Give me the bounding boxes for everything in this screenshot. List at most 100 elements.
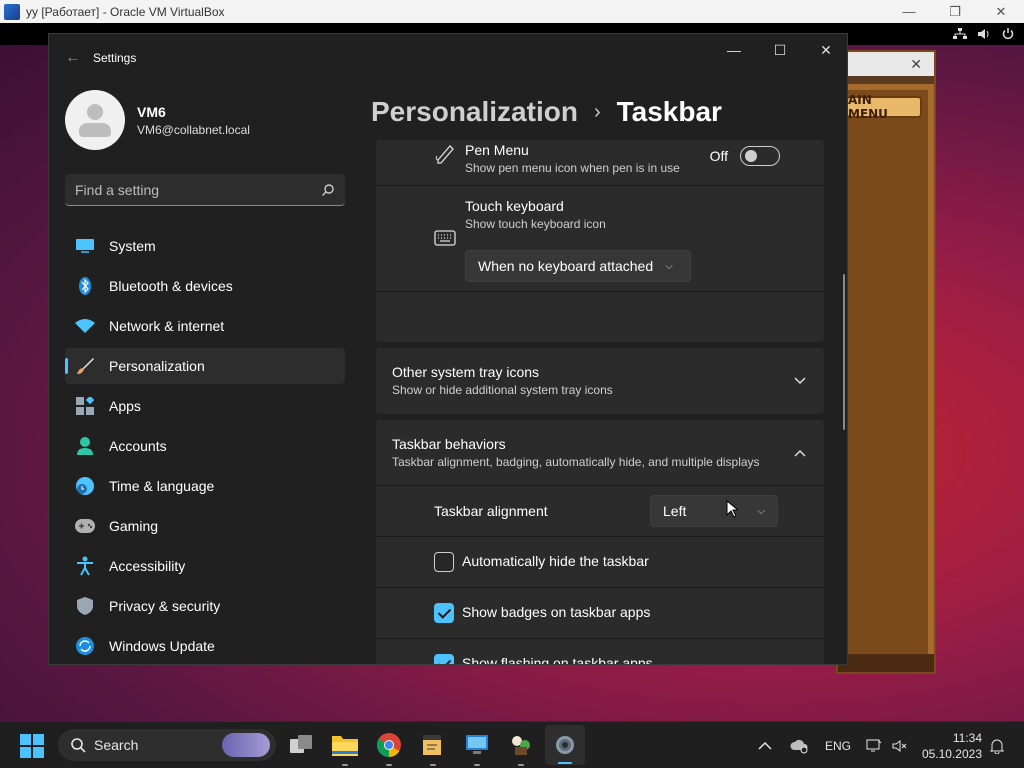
avatar[interactable]: [65, 90, 125, 150]
chevron-down-icon: ⌵: [665, 260, 673, 272]
taskbar-behaviors-subtitle: Taskbar alignment, badging, automaticall…: [392, 455, 760, 469]
flashing-row: Show flashing on taskbar apps: [376, 639, 824, 664]
file-explorer-icon[interactable]: [330, 730, 360, 766]
sidebar-item-accessibility[interactable]: Accessibility: [65, 548, 345, 584]
auto-hide-checkbox[interactable]: [434, 552, 454, 572]
badges-checkbox[interactable]: [434, 603, 454, 623]
touch-keyboard-row: Touch keyboard Show touch keyboard icon …: [376, 186, 824, 292]
sidebar-item-network[interactable]: Network & internet: [65, 308, 345, 344]
tray-overflow-icon[interactable]: [758, 722, 772, 768]
content-scrollbar[interactable]: [843, 274, 845, 430]
main-menu-button[interactable]: AIN MENU: [846, 93, 922, 121]
virtualbox-title-bar: уу [Работает] - Oracle VM VirtualBox — ❐…: [0, 0, 1024, 23]
notepad-icon[interactable]: [418, 730, 448, 766]
task-view-icon[interactable]: [287, 730, 317, 760]
sidebar-item-accounts[interactable]: Accounts: [65, 428, 345, 464]
other-tray-icons-title: Other system tray icons: [392, 364, 540, 380]
background-game-window[interactable]: ✕ AIN MENU: [836, 50, 936, 674]
game-icon[interactable]: [506, 730, 536, 766]
volume-icon[interactable]: [976, 27, 992, 41]
game-close-button[interactable]: ✕: [910, 56, 922, 73]
sidebar-item-time-language[interactable]: Time & language: [65, 468, 345, 504]
game-canvas[interactable]: AIN MENU: [838, 84, 934, 664]
remote-desktop-icon[interactable]: [462, 730, 492, 766]
pen-menu-title: Pen Menu: [465, 142, 529, 158]
sidebar-item-apps[interactable]: Apps: [65, 388, 345, 424]
language-indicator[interactable]: ENG: [825, 722, 851, 768]
sidebar-item-privacy[interactable]: Privacy & security: [65, 588, 345, 624]
breadcrumb: Personalization › Taskbar: [371, 92, 722, 132]
sidebar-item-label: Windows Update: [109, 638, 215, 654]
start-button[interactable]: [20, 734, 44, 758]
sidebar-item-windows-update[interactable]: Windows Update: [65, 628, 345, 664]
volume-muted-icon[interactable]: [892, 722, 908, 768]
breadcrumb-separator: ›: [593, 100, 601, 123]
sidebar-item-gaming[interactable]: Gaming: [65, 508, 345, 544]
person-icon: [75, 436, 95, 456]
search-highlight-image: [222, 733, 270, 757]
game-title-bar: ✕: [838, 52, 934, 76]
user-profile[interactable]: VM6 VM6@collabnet.local: [65, 90, 345, 150]
taskbar: Search ENG 11:34 05.10.2023: [0, 721, 1024, 768]
notification-bell-icon[interactable]: [990, 722, 1004, 768]
sidebar-item-label: Accounts: [109, 438, 167, 454]
settings-icon[interactable]: [545, 725, 585, 765]
gamepad-icon: [75, 516, 95, 536]
settings-window: ← Settings — ☐ ✕ VM6 VM6@collabnet.local…: [48, 33, 848, 665]
corner-icons-card: Pen Menu Show pen menu icon when pen is …: [376, 140, 824, 342]
pen-icon: [434, 142, 456, 170]
virtualbox-minimize-button[interactable]: —: [886, 0, 932, 23]
network-tray-icon[interactable]: [866, 722, 882, 768]
sidebar-item-label: Time & language: [109, 478, 215, 494]
taskbar-behaviors-header[interactable]: Taskbar behaviors Taskbar alignment, bad…: [376, 420, 824, 486]
clock-date: 05.10.2023: [921, 746, 982, 761]
chrome-icon[interactable]: [374, 730, 404, 766]
touch-keyboard-dropdown[interactable]: When no keyboard attached ⌵: [465, 250, 691, 282]
power-icon[interactable]: [1000, 27, 1016, 41]
globe-clock-icon: [75, 476, 95, 496]
chevron-up-icon[interactable]: [794, 446, 806, 460]
sidebar-item-bluetooth[interactable]: Bluetooth & devices: [65, 268, 345, 304]
auto-hide-label[interactable]: Automatically hide the taskbar: [462, 553, 649, 569]
flashing-label[interactable]: Show flashing on taskbar apps: [462, 655, 653, 664]
badges-row: Show badges on taskbar apps: [376, 588, 824, 639]
clock[interactable]: 11:34 05.10.2023: [920, 722, 982, 768]
other-tray-icons-subtitle: Show or hide additional system tray icon…: [392, 383, 613, 397]
sidebar-item-system[interactable]: System: [65, 228, 345, 264]
find-setting-input[interactable]: [75, 181, 321, 198]
taskbar-behaviors-title: Taskbar behaviors: [392, 436, 506, 452]
other-tray-icons-expander[interactable]: Other system tray icons Show or hide add…: [376, 348, 824, 414]
pen-menu-toggle[interactable]: [740, 146, 780, 166]
onedrive-icon[interactable]: [790, 722, 810, 768]
settings-content: Pen Menu Show pen menu icon when pen is …: [376, 140, 824, 664]
taskbar-search-label: Search: [94, 737, 139, 753]
virtualbox-maximize-button[interactable]: ❐: [932, 0, 978, 23]
network-icon[interactable]: [952, 27, 968, 41]
virtualbox-close-button[interactable]: ✕: [978, 0, 1024, 23]
sidebar-item-personalization[interactable]: Personalization: [65, 348, 345, 384]
minimize-button[interactable]: —: [711, 34, 757, 66]
taskbar-alignment-label: Taskbar alignment: [434, 503, 548, 519]
sidebar-item-label: Personalization: [109, 358, 205, 374]
chevron-down-icon[interactable]: [794, 374, 806, 388]
brush-icon: [75, 356, 95, 376]
breadcrumb-parent-link[interactable]: Personalization: [371, 96, 578, 128]
taskbar-alignment-dropdown[interactable]: Left ⌵: [650, 495, 778, 527]
find-setting-box[interactable]: [65, 174, 345, 206]
taskbar-search[interactable]: Search: [58, 729, 276, 761]
close-button[interactable]: ✕: [803, 34, 847, 66]
search-icon: [71, 738, 86, 753]
accessibility-icon: [75, 556, 95, 576]
page-title: Taskbar: [616, 96, 722, 127]
sidebar-nav: System Bluetooth & devices Network & int…: [65, 228, 345, 664]
clock-time: 11:34: [952, 730, 982, 745]
back-button[interactable]: ←: [53, 34, 93, 82]
wifi-icon: [75, 316, 95, 336]
sidebar-item-label: Privacy & security: [109, 598, 221, 614]
maximize-button[interactable]: ☐: [757, 34, 803, 66]
flashing-checkbox[interactable]: [434, 654, 454, 664]
shield-icon: [75, 596, 95, 616]
search-icon[interactable]: [321, 183, 335, 197]
sidebar-item-label: Apps: [109, 398, 141, 414]
badges-label[interactable]: Show badges on taskbar apps: [462, 604, 650, 620]
